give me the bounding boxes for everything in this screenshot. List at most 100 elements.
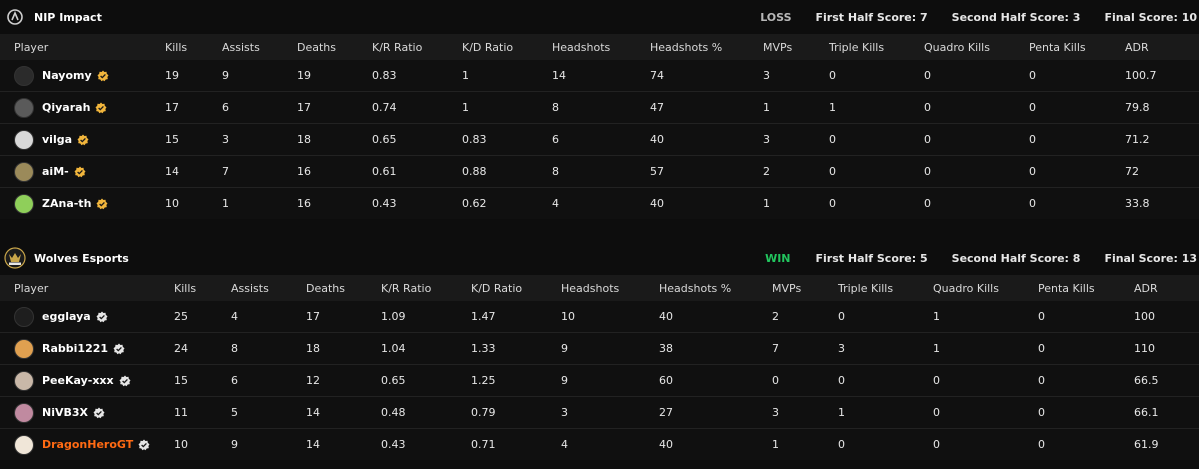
column-header-assists[interactable]: Assists	[222, 34, 297, 60]
stat-quadro-kills: 1	[933, 301, 1038, 333]
stat-k-r-ratio: 0.43	[372, 187, 462, 219]
column-header-headshots[interactable]: Headshots	[552, 34, 650, 60]
stat-assists: 3	[222, 123, 297, 156]
column-header-deaths[interactable]: Deaths	[306, 275, 381, 301]
player-name-link[interactable]: aiM-	[42, 165, 69, 178]
stat-assists: 4	[231, 301, 306, 333]
table-row: Qiyarah 17 6 17 0.74 1 8 47 1 1 0 0 79.8	[0, 91, 1199, 124]
stat-headshots-: 40	[650, 123, 763, 156]
stat-deaths: 16	[297, 187, 372, 219]
second-half-score: Second Half Score: 3	[951, 10, 1081, 24]
stat-k-r-ratio: 0.83	[372, 60, 462, 92]
column-header-quadro-kills[interactable]: Quadro Kills	[924, 34, 1029, 60]
column-header-triple-kills[interactable]: Triple Kills	[829, 34, 924, 60]
player-name-link[interactable]: DragonHeroGT	[42, 438, 133, 451]
stat-k-r-ratio: 1.04	[381, 332, 471, 365]
first-half-score: First Half Score: 7	[815, 10, 928, 24]
verified-check-icon	[113, 343, 125, 355]
stat-deaths: 16	[297, 155, 372, 188]
stat-triple-kills: 0	[838, 301, 933, 333]
avatar[interactable]	[14, 370, 34, 391]
second-half-score: Second Half Score: 8	[951, 251, 1081, 265]
stat-quadro-kills: 0	[924, 187, 1029, 219]
stat-mvps: 1	[772, 428, 838, 460]
table-row: ZAna-th 10 1 16 0.43 0.62 4 40 1 0 0 0 33.8	[0, 187, 1199, 219]
column-header-kills[interactable]: Kills	[174, 275, 231, 301]
stat-mvps: 3	[763, 123, 829, 156]
stat-kills: 14	[165, 155, 222, 188]
column-header-player[interactable]: Player	[0, 34, 165, 60]
avatar[interactable]	[14, 338, 34, 359]
stat-k-r-ratio: 0.74	[372, 91, 462, 124]
avatar[interactable]	[14, 161, 34, 182]
stat-k-r-ratio: 0.48	[381, 396, 471, 429]
table-row: vilga 15 3 18 0.65 0.83 6 40 3 0 0 0 71.2	[0, 123, 1199, 156]
column-header-deaths[interactable]: Deaths	[297, 34, 372, 60]
stat-k-r-ratio: 0.61	[372, 155, 462, 188]
table-row: egglaya 25 4 17 1.09 1.47 10 40 2 0 1 0 100	[0, 301, 1199, 333]
column-header-player[interactable]: Player	[0, 275, 174, 301]
team-name: NIP Impact	[34, 10, 102, 24]
player-name-link[interactable]: NiVB3X	[42, 406, 88, 419]
stat-headshots: 6	[552, 123, 650, 156]
stat-triple-kills: 0	[838, 364, 933, 397]
stat-kills: 10	[174, 428, 231, 460]
avatar[interactable]	[14, 434, 34, 455]
player-name-link[interactable]: ZAna-th	[42, 197, 91, 210]
table-header-row: Player Kills Assists Deaths K/R Ratio K/D Rat…	[0, 275, 1199, 301]
stat-assists: 6	[231, 364, 306, 397]
stat-adr: 79.8	[1125, 91, 1199, 124]
stat-k-d-ratio: 1.33	[471, 332, 561, 365]
stat-assists: 7	[222, 155, 297, 188]
match-result-badge: LOSS	[760, 10, 792, 24]
player-cell: DragonHeroGT	[0, 428, 174, 460]
column-header-k-d-ratio[interactable]: K/D Ratio	[471, 275, 561, 301]
stat-quadro-kills: 0	[924, 155, 1029, 188]
stat-headshots: 4	[561, 428, 659, 460]
player-name-link[interactable]: Nayomy	[42, 69, 92, 82]
avatar[interactable]	[14, 65, 34, 86]
player-name-link[interactable]: Qiyarah	[42, 101, 90, 114]
stat-headshots-: 40	[659, 301, 772, 333]
verified-check-icon	[96, 311, 108, 323]
column-header-adr[interactable]: ADR	[1134, 275, 1199, 301]
column-header-headshots-[interactable]: Headshots %	[650, 34, 763, 60]
column-header-mvps[interactable]: MVPs	[763, 34, 829, 60]
stat-k-r-ratio: 0.65	[372, 123, 462, 156]
player-cell: Qiyarah	[0, 91, 165, 124]
stat-deaths: 18	[297, 123, 372, 156]
column-header-penta-kills[interactable]: Penta Kills	[1029, 34, 1125, 60]
final-score: Final Score: 13	[1104, 251, 1197, 265]
stat-penta-kills: 0	[1038, 301, 1134, 333]
player-name-link[interactable]: egglaya	[42, 310, 91, 323]
nip-logo-icon	[4, 6, 26, 28]
stat-adr: 66.1	[1134, 396, 1199, 429]
column-header-mvps[interactable]: MVPs	[772, 275, 838, 301]
stat-kills: 25	[174, 301, 231, 333]
column-header-headshots[interactable]: Headshots	[561, 275, 659, 301]
stat-triple-kills: 3	[838, 332, 933, 365]
player-name-link[interactable]: vilga	[42, 133, 72, 146]
column-header-quadro-kills[interactable]: Quadro Kills	[933, 275, 1038, 301]
player-cell: vilga	[0, 123, 165, 156]
column-header-adr[interactable]: ADR	[1125, 34, 1199, 60]
avatar[interactable]	[14, 129, 34, 150]
column-header-headshots-[interactable]: Headshots %	[659, 275, 772, 301]
player-name-link[interactable]: Rabbi1221	[42, 342, 108, 355]
player-name-link[interactable]: PeeKay-xxx	[42, 374, 114, 387]
column-header-assists[interactable]: Assists	[231, 275, 306, 301]
avatar[interactable]	[14, 193, 34, 214]
column-header-kills[interactable]: Kills	[165, 34, 222, 60]
column-header-k-d-ratio[interactable]: K/D Ratio	[462, 34, 552, 60]
stat-deaths: 12	[306, 364, 381, 397]
avatar[interactable]	[14, 97, 34, 118]
avatar[interactable]	[14, 306, 34, 327]
column-header-k-r-ratio[interactable]: K/R Ratio	[372, 34, 462, 60]
column-header-triple-kills[interactable]: Triple Kills	[838, 275, 933, 301]
first-half-score: First Half Score: 5	[815, 251, 928, 265]
avatar[interactable]	[14, 402, 34, 423]
column-header-k-r-ratio[interactable]: K/R Ratio	[381, 275, 471, 301]
column-header-penta-kills[interactable]: Penta Kills	[1038, 275, 1134, 301]
stat-triple-kills: 1	[838, 396, 933, 429]
stat-mvps: 7	[772, 332, 838, 365]
